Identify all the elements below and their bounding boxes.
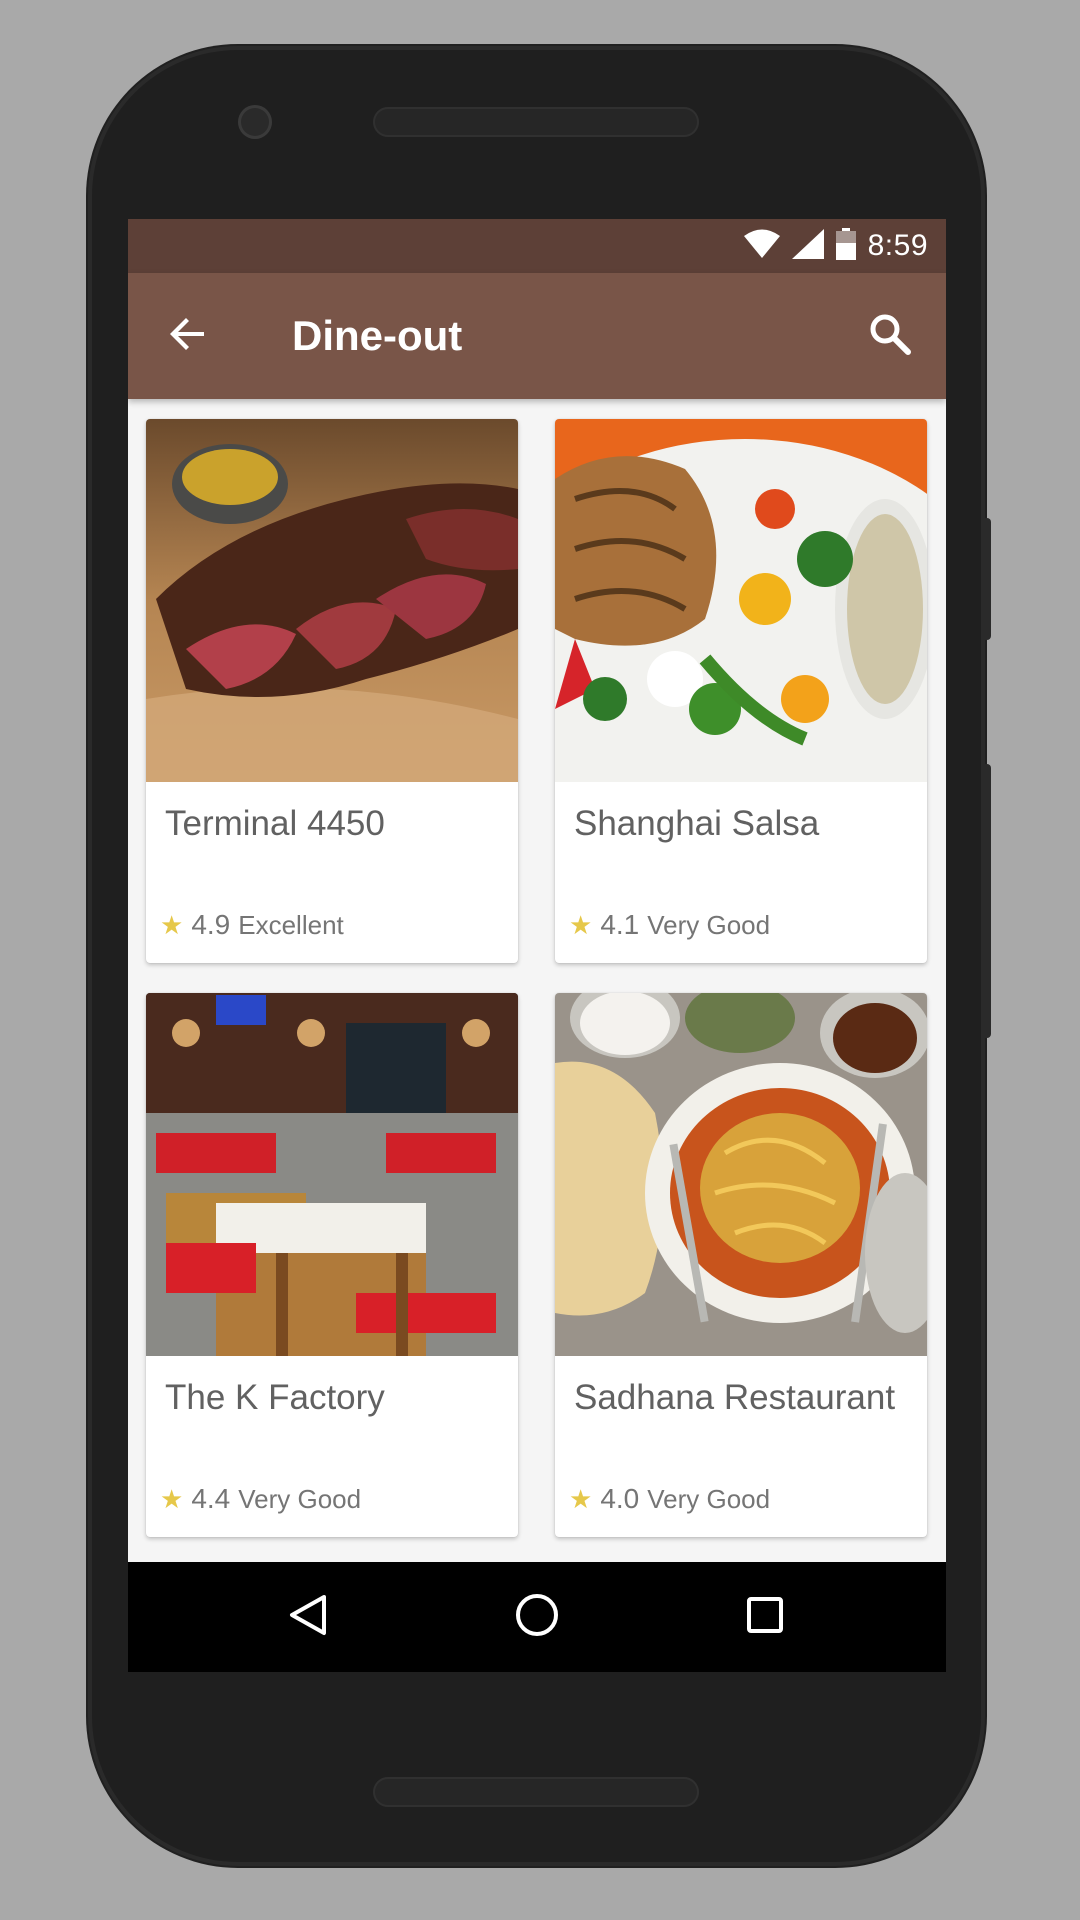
power-button [983,518,991,640]
star-icon: ★ [569,910,593,940]
earpiece-speaker [373,107,699,137]
front-camera [238,105,272,139]
search-icon [868,312,912,361]
star-icon: ★ [160,1484,184,1514]
wifi-icon [743,229,780,264]
star-icon: ★ [569,1484,593,1514]
search-button[interactable] [858,304,922,368]
restaurant-card[interactable]: Terminal 4450 ★ 4.9 Excellent [146,419,518,963]
phone-screen: 8:59 Dine-out Terminal 4450 ★ 4.9 Excell… [128,219,946,1672]
home-circle-icon [514,1592,560,1643]
rating-score: 4.1 [600,909,640,940]
restaurant-rating: ★ 4.9 Excellent [160,909,344,941]
rating-score: 4.9 [191,909,231,940]
rating-label: Very Good [647,1483,771,1514]
battery-icon [835,227,856,265]
rating-label: Very Good [238,1483,362,1514]
restaurant-grid: Terminal 4450 ★ 4.9 Excellent Shanghai S… [128,399,946,1562]
restaurant-interior-photo [146,993,518,1356]
recents-square-icon [743,1593,787,1642]
back-button[interactable] [158,306,218,366]
restaurant-name: The K Factory [165,1378,385,1417]
status-time: 8:59 [867,229,928,262]
rating-label: Excellent [238,909,344,940]
bottom-speaker [373,1777,699,1807]
rating-score: 4.4 [191,1483,231,1514]
nav-home-button[interactable] [507,1587,567,1647]
sliced-steak-photo [146,419,518,782]
restaurant-card[interactable]: Sadhana Restaurant ★ 4.0 Very Good [555,993,927,1537]
star-icon: ★ [160,910,184,940]
nav-back-button[interactable] [278,1587,338,1647]
rating-label: Very Good [647,909,771,940]
restaurant-rating: ★ 4.1 Very Good [569,909,770,941]
arrow-back-icon [168,314,208,359]
restaurant-rating: ★ 4.4 Very Good [160,1483,361,1515]
restaurant-name: Terminal 4450 [165,804,385,843]
restaurant-card[interactable]: The K Factory ★ 4.4 Very Good [146,993,518,1537]
restaurant-rating: ★ 4.0 Very Good [569,1483,770,1515]
system-nav-bar [128,1562,946,1672]
misal-pav-photo [555,993,927,1356]
rating-score: 4.0 [600,1483,640,1514]
app-bar: Dine-out [128,273,946,399]
nav-recents-button[interactable] [735,1587,795,1647]
restaurant-card[interactable]: Shanghai Salsa ★ 4.1 Very Good [555,419,927,963]
status-bar: 8:59 [128,219,946,273]
grilled-chicken-vegetables-photo [555,419,927,782]
restaurant-name: Sadhana Restaurant [574,1378,896,1417]
page-title: Dine-out [292,312,463,359]
volume-button [983,764,991,1038]
cell-signal-icon [791,228,824,264]
restaurant-name: Shanghai Salsa [574,804,820,843]
back-triangle-icon [286,1593,330,1642]
